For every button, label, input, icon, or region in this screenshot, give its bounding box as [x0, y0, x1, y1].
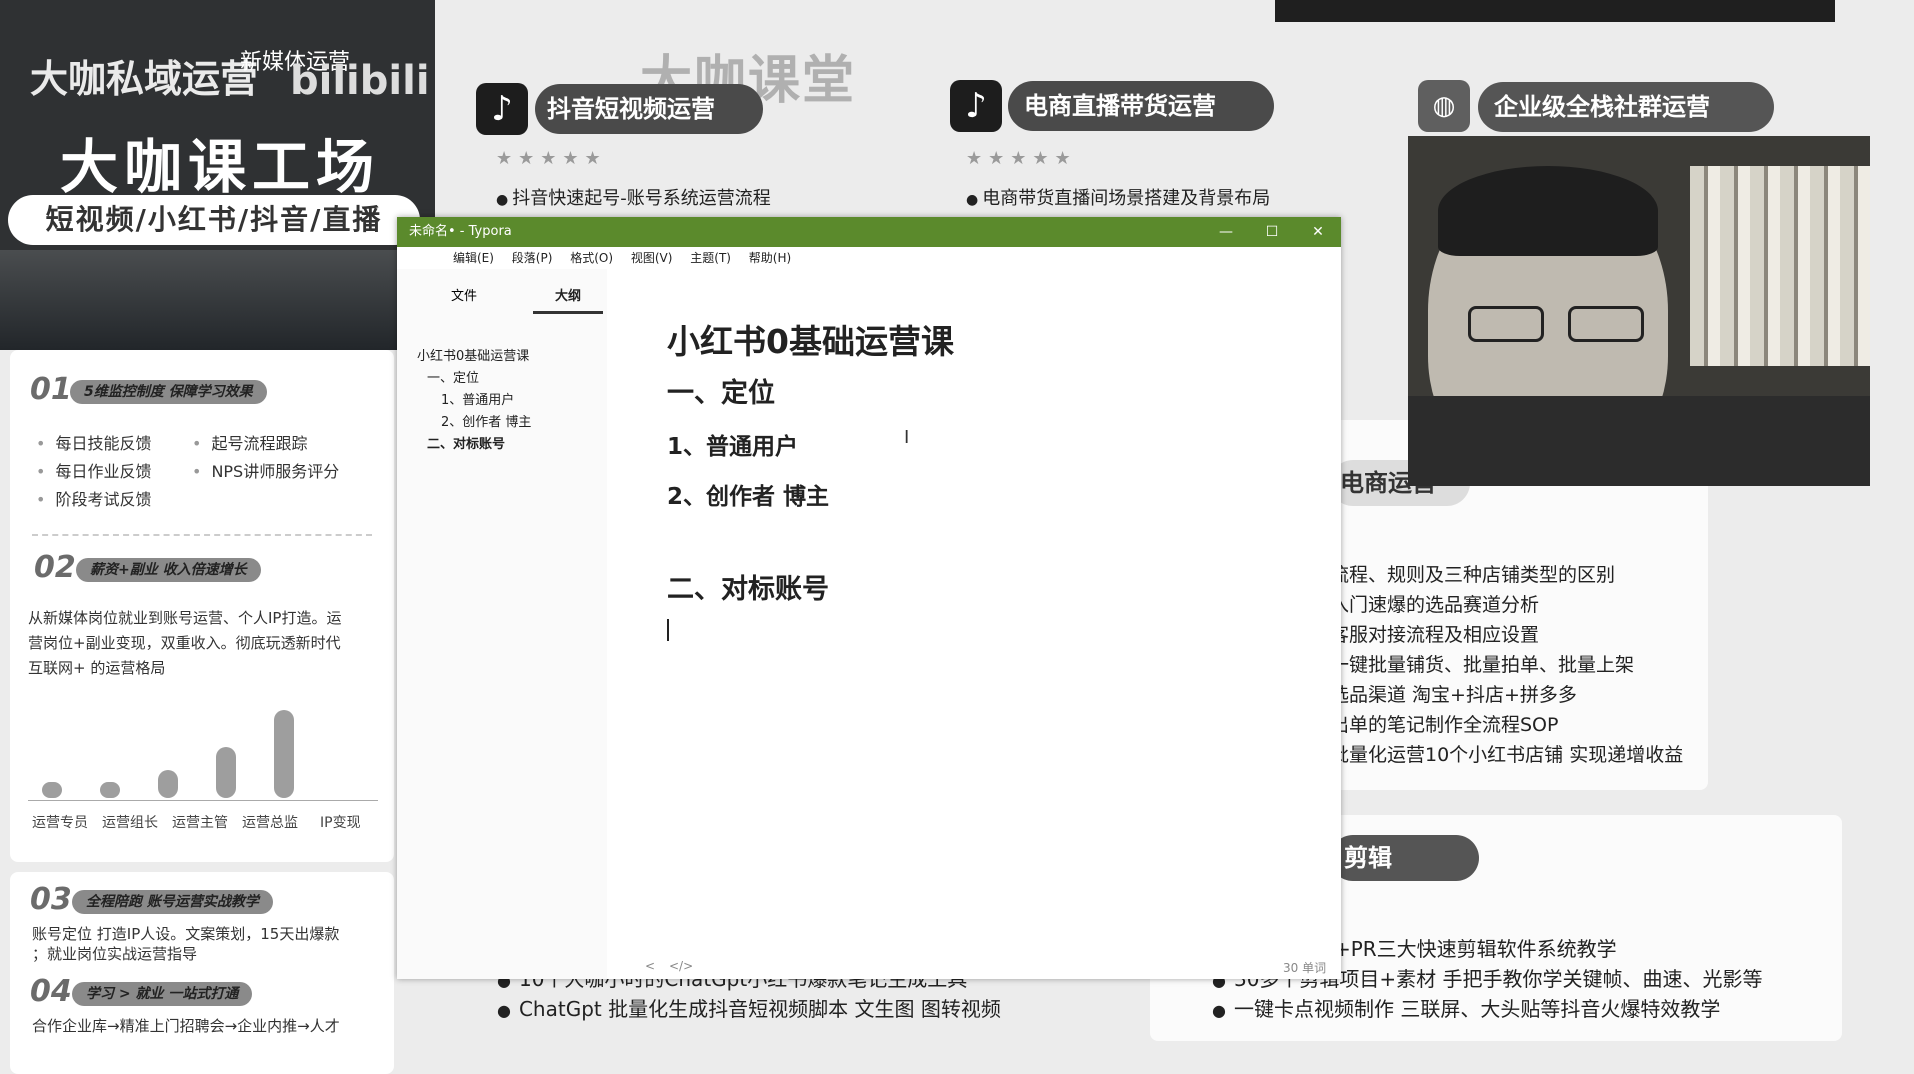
maximize-button[interactable]: ☐: [1249, 217, 1295, 247]
course-item: 一键卡点视频制作 三联屏、大头贴等抖音火爆特效教学: [1212, 993, 1720, 1022]
glasses-right: [1568, 306, 1644, 342]
course-title: 企业级全栈社群运营: [1478, 82, 1774, 132]
person-hair: [1438, 166, 1658, 256]
webcam-feed: [1408, 136, 1870, 486]
chart-bar: [274, 710, 294, 798]
chart-bar: [100, 782, 120, 798]
menu-edit[interactable]: 编辑(E): [453, 251, 494, 265]
minimize-button[interactable]: —: [1203, 217, 1249, 247]
section-text: 合作企业库→精准上门招聘会→企业内推→人才: [32, 1017, 340, 1035]
sidebar-toggle-button[interactable]: <: [645, 959, 655, 973]
window-title: 未命名• - Typora: [409, 224, 512, 239]
list-item: NPS讲师服务评分: [192, 458, 339, 482]
bar-label: 运营专员: [32, 815, 88, 831]
section-title: 全程陪跑 账号运营实战教学: [72, 890, 273, 914]
course-item: 客服对接流程及相应设置: [1330, 624, 1540, 646]
person-body: [1408, 396, 1870, 486]
left-banner: 大咖私域运营 新媒体运营 bilibili 大咖课工场 短视频/小红书/抖音/直…: [0, 0, 435, 350]
close-button[interactable]: ✕: [1295, 217, 1341, 247]
word-count: 30 单词: [1283, 961, 1327, 975]
menu-format[interactable]: 格式(O): [570, 251, 613, 265]
menu-view[interactable]: 视图(V): [631, 251, 673, 265]
course-item: 一键批量铺货、批量拍单、批量上架: [1330, 654, 1635, 676]
bar-label: 运营总监: [242, 815, 298, 831]
tiktok-icon: ♪: [950, 80, 1002, 132]
section-number: 02: [34, 550, 76, 585]
chart-bar: [42, 782, 62, 798]
course-item: 出单的笔记制作全流程SOP: [1330, 714, 1559, 736]
course-item: ChatGpt 批量化生成抖音短视频脚本 文生图 图转视频: [497, 993, 1001, 1022]
section-number: 04: [30, 974, 72, 1009]
section-number: 03: [30, 882, 72, 917]
section-text: ；就业岗位实战运营指导: [32, 945, 198, 963]
outline-item[interactable]: 1、普通用户: [441, 389, 514, 408]
wechat-icon: ◍: [1418, 80, 1470, 132]
tiktok-icon: ♪: [476, 83, 528, 135]
outline-item[interactable]: 2、创作者 博主: [441, 411, 531, 430]
brand-top-text: 大咖私域运营: [30, 57, 259, 101]
source-mode-button[interactable]: </>: [669, 959, 693, 973]
chart-bar: [216, 747, 236, 798]
glasses-left: [1468, 306, 1544, 342]
section-text: 互联网+ 的运营格局: [28, 659, 166, 677]
bilibili-logo: bilibili: [290, 58, 430, 104]
course-item: 入门速爆的选品赛道分析: [1330, 594, 1540, 616]
divider: [32, 534, 372, 536]
typora-window[interactable]: 未命名• - Typora — ☐ ✕ 编辑(E) 段落(P) 格式(O) 视图…: [397, 217, 1341, 979]
outline-item[interactable]: 一、定位: [427, 367, 479, 386]
bookshelf: [1690, 166, 1870, 366]
active-tab-indicator: [533, 311, 603, 314]
outline-item[interactable]: 二、对标账号: [427, 433, 505, 452]
banner-subtitle: 短视频/小红书/抖音/直播: [8, 195, 420, 245]
section-title: 学习 > 就业 一站式打通: [72, 982, 253, 1006]
doc-heading-3[interactable]: 2、创作者 博主: [667, 477, 829, 511]
city-backdrop: [0, 250, 435, 350]
chart-bar: [158, 770, 178, 798]
course-title: 电商直播带货运营: [1008, 81, 1274, 131]
doc-heading-2[interactable]: 二、对标账号: [667, 567, 829, 606]
tab-outline[interactable]: 大纲: [555, 285, 581, 304]
section-text: 营岗位+副业变现，双重收入。彻底玩透新时代: [28, 634, 341, 652]
course-title: 剪辑: [1330, 835, 1479, 881]
text-caret: [667, 619, 669, 641]
section-text: 从新媒体岗位就业到账号运营、个人IP打造。运: [28, 609, 342, 627]
course-item: 选品渠道 淘宝+抖店+拼多多: [1330, 684, 1577, 706]
section-title: 5维监控制度 保障学习效果: [70, 380, 267, 404]
menu-bar: 编辑(E) 段落(P) 格式(O) 视图(V) 主题(T) 帮助(H): [397, 247, 1341, 269]
bar-label: 运营主管: [172, 815, 228, 831]
list-item: 每日技能反馈: [36, 430, 151, 454]
top-dark-strip: [1275, 0, 1835, 22]
bar-label: 运营组长: [102, 815, 158, 831]
menu-theme[interactable]: 主题(T): [690, 251, 731, 265]
doc-heading-2[interactable]: 一、定位: [667, 371, 775, 410]
list-item: 阶段考试反馈: [36, 486, 151, 510]
doc-heading-1[interactable]: 小红书0基础运营课: [667, 315, 954, 363]
tab-files[interactable]: 文件: [451, 285, 477, 304]
course-item: 流程、规则及三种店铺类型的区别: [1330, 564, 1616, 586]
chart-baseline: [28, 800, 378, 801]
course-item: 抖音快速起号-账号系统运营流程: [496, 184, 771, 210]
doc-heading-3[interactable]: 1、普通用户: [667, 427, 798, 461]
course-item: 批量化运营10个小红书店铺 实现递增收益: [1330, 744, 1684, 766]
banner-title: 大咖课工场: [60, 133, 381, 201]
section-number: 01: [30, 372, 72, 407]
menu-paragraph[interactable]: 段落(P): [512, 251, 553, 265]
section-title: 薪资+副业 收入倍速增长: [76, 558, 261, 582]
list-item: 每日作业反馈: [36, 458, 151, 482]
bar-label: IP变现: [320, 815, 361, 831]
course-item: 电商带货直播间场景搭建及背景布局: [966, 184, 1270, 210]
rating-stars: ★★★★★: [496, 148, 607, 169]
list-item: 起号流程跟踪: [192, 430, 307, 454]
window-titlebar[interactable]: 未命名• - Typora — ☐ ✕: [397, 217, 1341, 247]
i-beam-cursor: I: [904, 427, 910, 448]
left-info-card: 01 5维监控制度 保障学习效果 每日技能反馈 起号流程跟踪 每日作业反馈 NP…: [10, 350, 394, 862]
menu-help[interactable]: 帮助(H): [749, 251, 791, 265]
course-title: 抖音短视频运营: [535, 84, 763, 134]
left-info-card-2: 03 全程陪跑 账号运营实战教学 账号定位 打造IP人设。文案策划，15天出爆款…: [10, 872, 394, 1074]
outline-sidebar: 文件 大纲 小红书0基础运营课 一、定位 1、普通用户 2、创作者 博主 二、对…: [397, 269, 607, 979]
rating-stars: ★★★★★: [966, 148, 1077, 169]
outline-item[interactable]: 小红书0基础运营课: [417, 345, 529, 364]
